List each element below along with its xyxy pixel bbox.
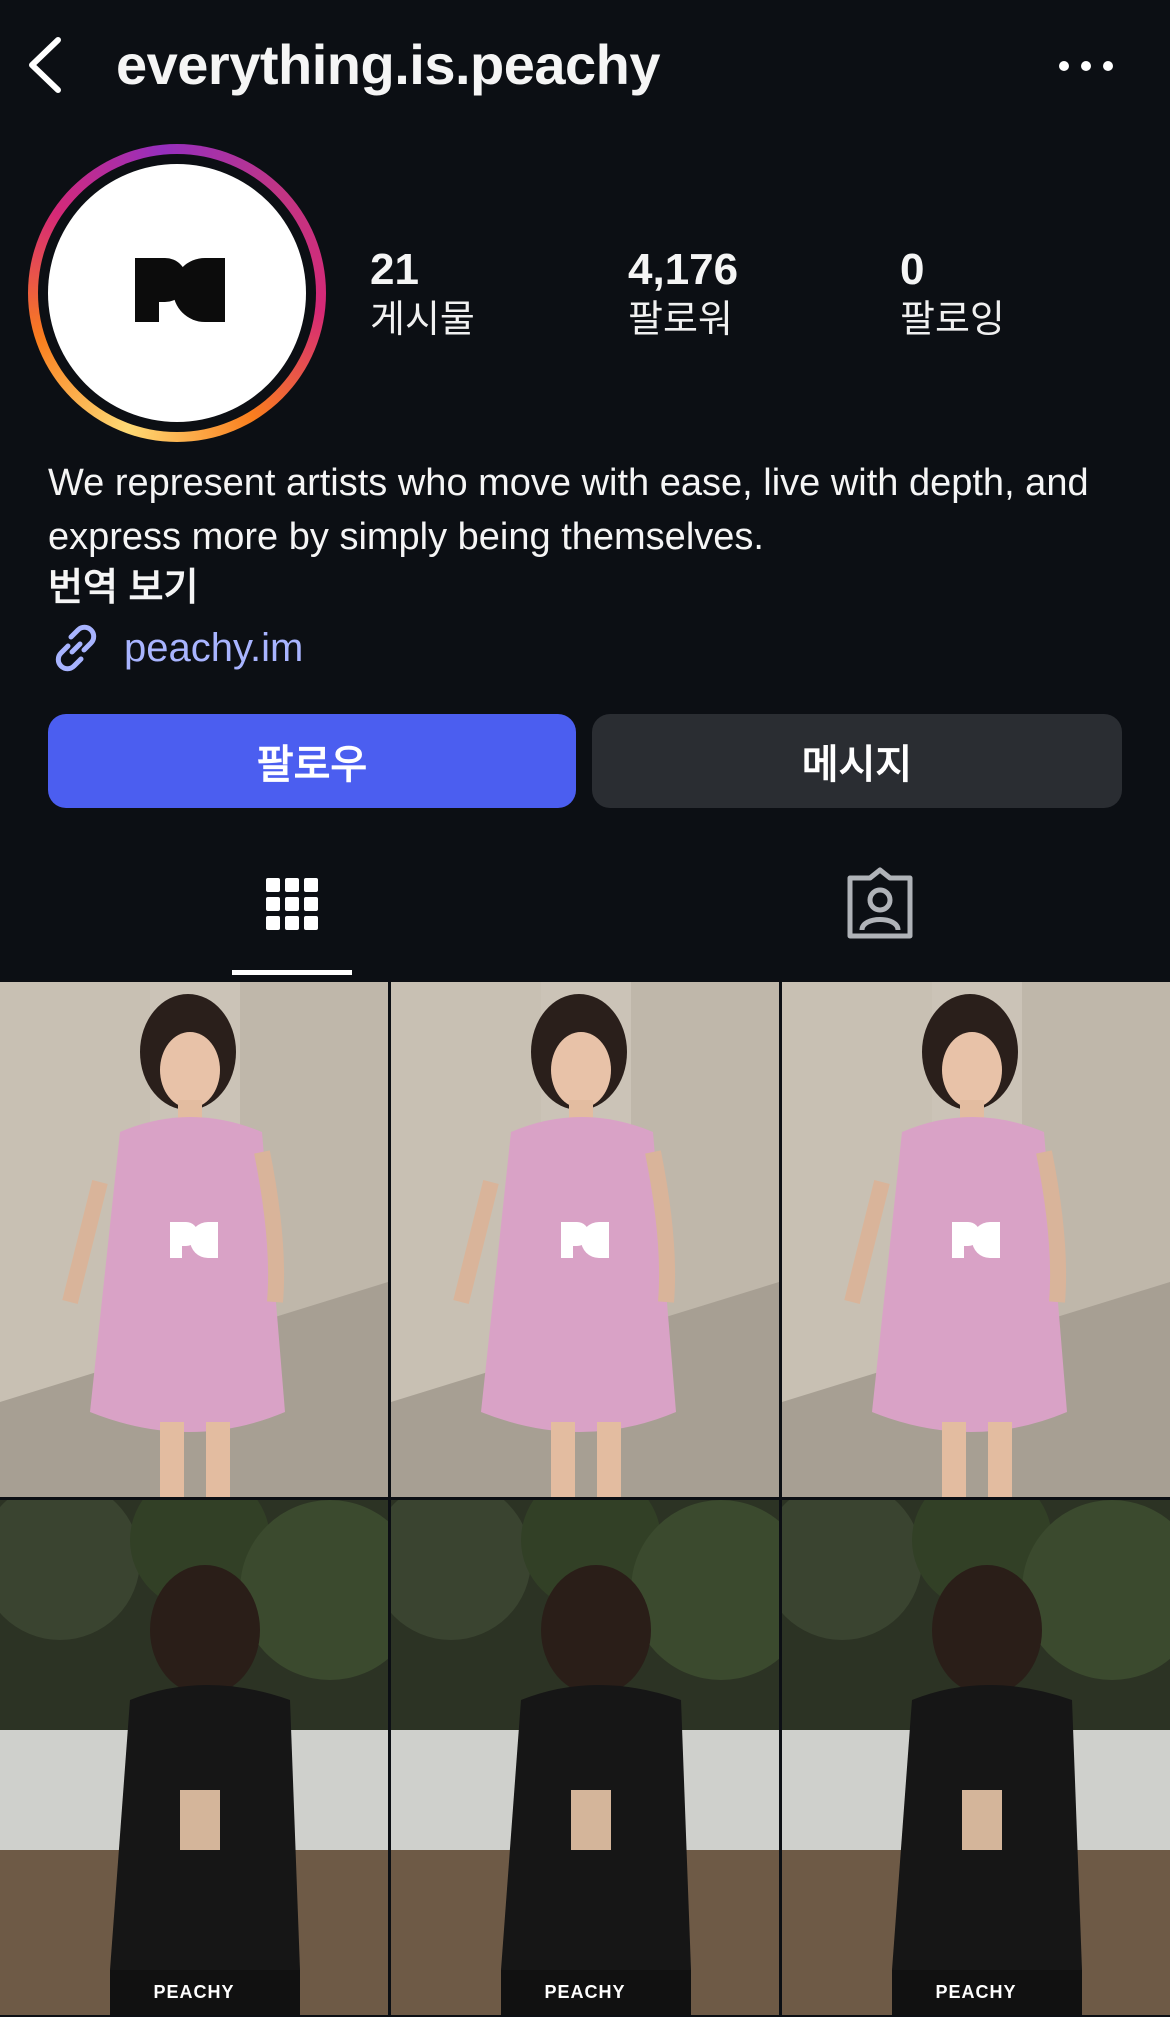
profile-username: everything.is.peachy xyxy=(116,33,661,96)
see-translation-link[interactable]: 번역 보기 xyxy=(48,564,198,612)
posts-label: 게시물 xyxy=(370,299,475,341)
post-thumbnail[interactable]: PEACHY xyxy=(0,1500,388,2015)
peachy-logo-icon xyxy=(135,258,225,322)
leather-outfit-photo xyxy=(782,1500,1170,2015)
followers-value: 4,176 xyxy=(628,245,739,294)
link-icon xyxy=(55,624,97,672)
chevron-left-icon xyxy=(29,37,61,93)
tab-posts-grid[interactable] xyxy=(232,850,352,980)
profile-link-text: peachy.im xyxy=(124,625,304,670)
follow-button[interactable]: 팔로우 xyxy=(48,714,576,808)
profile-bio: We represent artists who move with ease,… xyxy=(48,462,1089,558)
active-tab-indicator xyxy=(232,970,352,975)
post-thumbnail[interactable] xyxy=(391,982,779,1497)
pink-dress-photo xyxy=(782,982,1170,1497)
following-value: 0 xyxy=(900,245,925,294)
post-watermark: PEACHY xyxy=(935,1982,1017,2002)
posts-count[interactable]: 21 게시물 xyxy=(370,244,475,344)
following-label: 팔로잉 xyxy=(900,299,1005,341)
followers-count[interactable]: 4,176 팔로워 xyxy=(628,244,738,344)
post-thumbnail[interactable]: PEACHY xyxy=(391,1500,779,2015)
pink-dress-photo xyxy=(0,982,388,1497)
followers-label: 팔로워 xyxy=(628,299,733,341)
more-horizontal-icon xyxy=(1059,61,1113,71)
tagged-person-icon xyxy=(847,867,913,939)
back-button[interactable] xyxy=(22,30,72,100)
post-watermark: PEACHY xyxy=(153,1982,235,2002)
post-thumbnail[interactable]: PEACHY xyxy=(782,1500,1170,2015)
leather-outfit-photo xyxy=(0,1500,388,2015)
leather-outfit-photo xyxy=(391,1500,779,2015)
posts-grid: PEACHY PEACHY PEACHY xyxy=(0,982,1170,2017)
message-button[interactable]: 메시지 xyxy=(592,714,1122,808)
following-count[interactable]: 0 팔로잉 xyxy=(900,244,1005,344)
profile-link[interactable]: peachy.im xyxy=(48,620,303,676)
post-thumbnail[interactable] xyxy=(782,982,1170,1497)
tab-tagged[interactable] xyxy=(820,850,940,980)
posts-value: 21 xyxy=(370,245,419,294)
pink-dress-photo xyxy=(391,982,779,1497)
post-thumbnail[interactable] xyxy=(0,982,388,1497)
more-options-button[interactable] xyxy=(1050,36,1120,96)
post-watermark: PEACHY xyxy=(544,1982,626,2002)
grid-icon xyxy=(266,878,318,930)
